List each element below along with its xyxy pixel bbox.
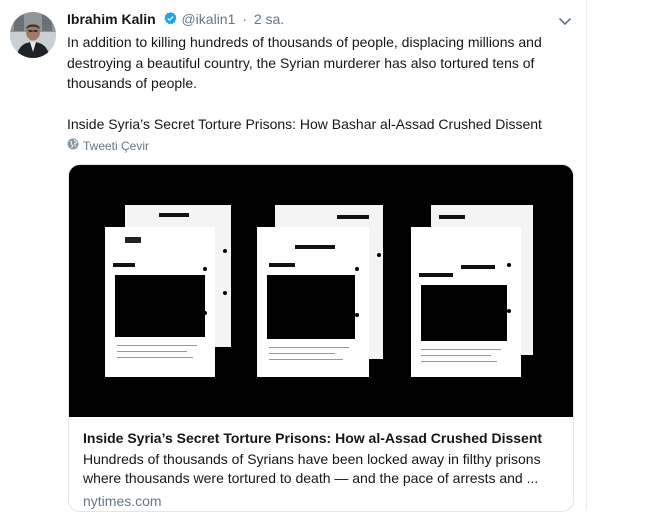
translate-label: Tweeti Çevir — [83, 138, 150, 153]
author-avatar[interactable] — [10, 12, 56, 58]
tweet-text: In addition to killing hundreds of thous… — [67, 32, 567, 134]
prison-documents-image — [69, 165, 573, 417]
tweet-timestamp[interactable]: 2 sa. — [254, 11, 284, 27]
author-name[interactable]: Ibrahim Kalin — [67, 11, 156, 27]
tweet-header: Ibrahim Kalin @ikalin1 · 2 sa. — [67, 11, 284, 29]
tweet[interactable]: Ibrahim Kalin @ikalin1 · 2 sa. In additi… — [0, 0, 587, 512]
more-options-chevron-down-icon[interactable] — [556, 12, 574, 30]
card-description-line: where thousands were tortured to death —… — [83, 470, 539, 486]
link-preview-card[interactable]: Inside Syria’s Secret Torture Prisons: H… — [68, 164, 574, 512]
card-domain: nytimes.com — [83, 493, 162, 509]
card-image — [69, 165, 573, 417]
header-separator: · — [242, 11, 247, 27]
tweet-text-paragraph: In addition to killing hundreds of thous… — [67, 34, 542, 91]
translate-tweet-link[interactable]: Tweeti Çevir — [67, 138, 149, 153]
avatar-photo — [10, 12, 56, 58]
card-description-line: Hundreds of thousands of Syrians have be… — [83, 451, 541, 467]
card-title: Inside Syria’s Secret Torture Prisons: H… — [83, 430, 543, 446]
globe-icon — [67, 138, 79, 153]
tweet-text-paragraph: Inside Syria’s Secret Torture Prisons: H… — [67, 115, 542, 132]
verified-badge-icon — [163, 11, 178, 29]
author-handle[interactable]: @ikalin1 — [181, 11, 235, 27]
card-body: Inside Syria’s Secret Torture Prisons: H… — [83, 429, 561, 509]
card-description: Hundreds of thousands of Syrians have be… — [83, 450, 561, 488]
